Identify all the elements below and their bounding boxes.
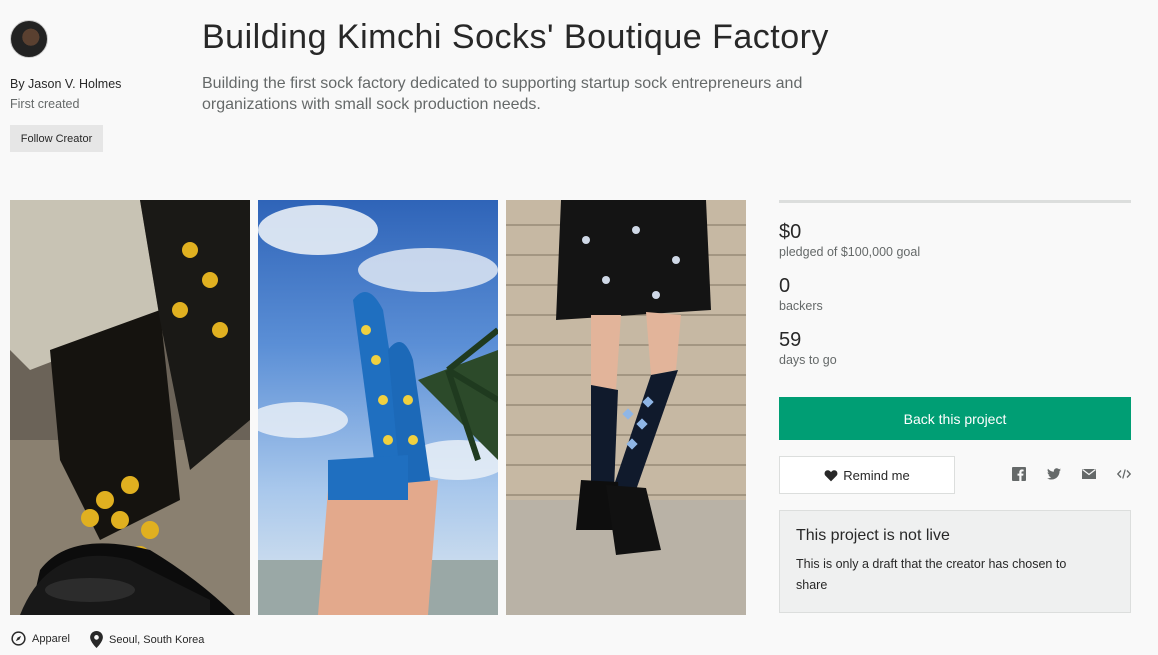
facebook-icon[interactable]	[1011, 466, 1027, 482]
compass-icon	[11, 631, 26, 646]
project-photo-shoes	[10, 200, 250, 615]
creator-avatar[interactable]	[10, 20, 48, 58]
days-to-go-label: days to go	[779, 353, 837, 367]
heart-icon	[824, 469, 838, 482]
notice-body: This is only a draft that the creator ha…	[796, 557, 1067, 592]
pledged-amount: $0	[779, 221, 802, 243]
first-created-label: First created	[10, 97, 80, 111]
backers-label: backers	[779, 299, 823, 313]
twitter-icon[interactable]	[1046, 466, 1062, 482]
project-image-gallery	[10, 200, 747, 615]
category-link[interactable]: Apparel	[11, 631, 70, 646]
back-project-button[interactable]: Back this project	[779, 397, 1131, 440]
location-link[interactable]: Seoul, South Korea	[90, 631, 204, 648]
embed-icon[interactable]	[1116, 466, 1132, 482]
email-icon[interactable]	[1081, 466, 1097, 482]
project-blurb: Building the first sock factory dedicate…	[202, 75, 803, 113]
funding-progress-bar	[779, 200, 1131, 203]
remind-me-label: Remind me	[843, 467, 910, 483]
project-not-live-notice: This project is not live This is only a …	[779, 510, 1131, 613]
category-label[interactable]: Apparel	[32, 633, 70, 645]
creator-name[interactable]: By Jason V. Holmes	[10, 77, 121, 91]
backers-count: 0	[779, 275, 791, 297]
pledged-goal-label: pledged of $100,000 goal	[779, 245, 921, 259]
location-label[interactable]: Seoul, South Korea	[109, 634, 204, 646]
days-to-go-count: 59	[779, 329, 802, 351]
project-photo-wall	[506, 200, 746, 615]
map-pin-icon	[90, 631, 103, 648]
remind-me-button[interactable]: Remind me	[779, 456, 955, 494]
notice-title: This project is not live	[796, 527, 950, 544]
project-photo-sky-legs	[258, 200, 498, 615]
follow-creator-button[interactable]: Follow Creator	[10, 125, 103, 152]
project-title: Building Kimchi Socks' Boutique Factory	[202, 18, 829, 56]
